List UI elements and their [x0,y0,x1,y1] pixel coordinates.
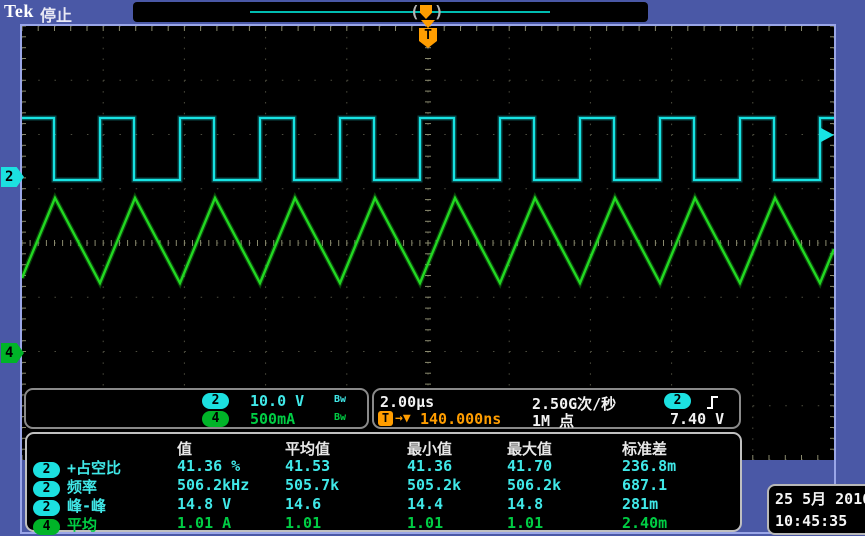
delay-arrows-icon: →▼ [395,411,411,426]
ch4-bandwidth-icon: Bw [334,412,346,423]
trigger-t-icon: T [378,411,393,426]
measurement-std: 2.40m [622,514,667,532]
ch2-bandwidth-icon: Bw [334,394,346,405]
measurement-std: 236.8m [622,457,676,475]
measurement-name: 平均 [67,516,97,534]
trigger-level-readout[interactable]: 7.40 V [670,410,724,428]
measurement-max: 14.8 [507,495,543,513]
ch2-badge[interactable]: 2 [202,393,229,409]
record-waveform-line [250,11,550,13]
measurement-mean: 505.7k [285,476,339,494]
tek-logo: Tek [4,1,34,22]
ch2-scale[interactable]: 10.0 V [250,392,304,410]
measurement-mean: 14.6 [285,495,321,513]
header-min: 最小值 [407,438,452,459]
measurement-row-frequency: 2频率 506.2kHz 505.7k 505.2k 506.2k 687.1 [27,476,740,495]
header-mean: 平均值 [285,438,330,459]
measurement-min: 505.2k [407,476,461,494]
measurement-max: 41.70 [507,457,552,475]
header-value: 值 [177,438,192,459]
expand-bracket-left-icon: ( [410,2,420,21]
horizontal-trigger-readout-box: 2.00μs 2.50G次/秒 2 T →▼ 140.000ns 1M 点 7.… [372,388,741,429]
measurement-row-mean: 4 平均 1.01 A 1.01 1.01 1.01 2.40m [27,514,740,533]
measurement-row-pkpk: 2峰-峰 14.8 V 14.6 14.4 14.8 281m [27,495,740,514]
measurement-value: 506.2kHz [177,476,249,494]
datetime-box: 25 5月 2016 10:45:35 [767,484,865,535]
measurement-table: 值 平均值 最小值 最大值 标准差 2+占空比 41.36 % 41.53 41… [25,432,742,532]
trigger-time-marker[interactable]: T [419,20,437,52]
measurement-max: 1.01 [507,514,543,532]
timebase-readout[interactable]: 2.00μs [380,393,434,411]
trigger-position-marker-icon[interactable] [420,5,432,19]
measurement-row-duty: 2+占空比 41.36 % 41.53 41.36 41.70 236.8m [27,457,740,476]
oscilloscope-screen: Tek 停止 ( ) T 25 5月 2016 10:45:35 2 4 2 1… [0,0,865,536]
trigger-delay-readout[interactable]: 140.000ns [420,410,501,428]
trigger-arrow-icon [421,20,435,28]
measurement-value: 14.8 V [177,495,231,513]
ch4-scale[interactable]: 500mA [250,410,295,428]
measurement-name: 频率 [67,478,97,496]
measurement-header-row: 值 平均值 最小值 最大值 标准差 [27,438,740,457]
measurement-min: 14.4 [407,495,443,513]
measurement-mean: 1.01 [285,514,321,532]
measurement-mean: 41.53 [285,457,330,475]
record-view-bar[interactable]: ( ) [133,2,648,22]
measurement-min: 1.01 [407,514,443,532]
vertical-readout-box: 2 10.0 V Bw 4 500mA Bw [24,388,369,429]
trigger-t-flag-icon: T [419,28,437,48]
date-label: 25 5月 2016 [775,488,865,510]
time-label: 10:45:35 [775,510,865,532]
row-ch-badge: 4 [33,519,60,535]
measurement-std: 281m [622,495,658,513]
header-max: 最大值 [507,438,552,459]
measurement-name: +占空比 [67,459,121,477]
record-length-readout: 1M 点 [532,410,574,431]
measurement-name: 峰-峰 [67,497,106,515]
trigger-source-badge[interactable]: 2 [664,393,691,409]
ch4-badge[interactable]: 4 [202,411,229,427]
measurement-value: 41.36 % [177,457,240,475]
measurement-min: 41.36 [407,457,452,475]
measurement-value: 1.01 A [177,514,231,532]
acquisition-status: 停止 [40,2,72,26]
expand-bracket-right-icon: ) [434,2,444,21]
measurement-std: 687.1 [622,476,667,494]
rising-edge-icon [706,392,720,411]
measurement-max: 506.2k [507,476,561,494]
header-std: 标准差 [622,438,667,459]
